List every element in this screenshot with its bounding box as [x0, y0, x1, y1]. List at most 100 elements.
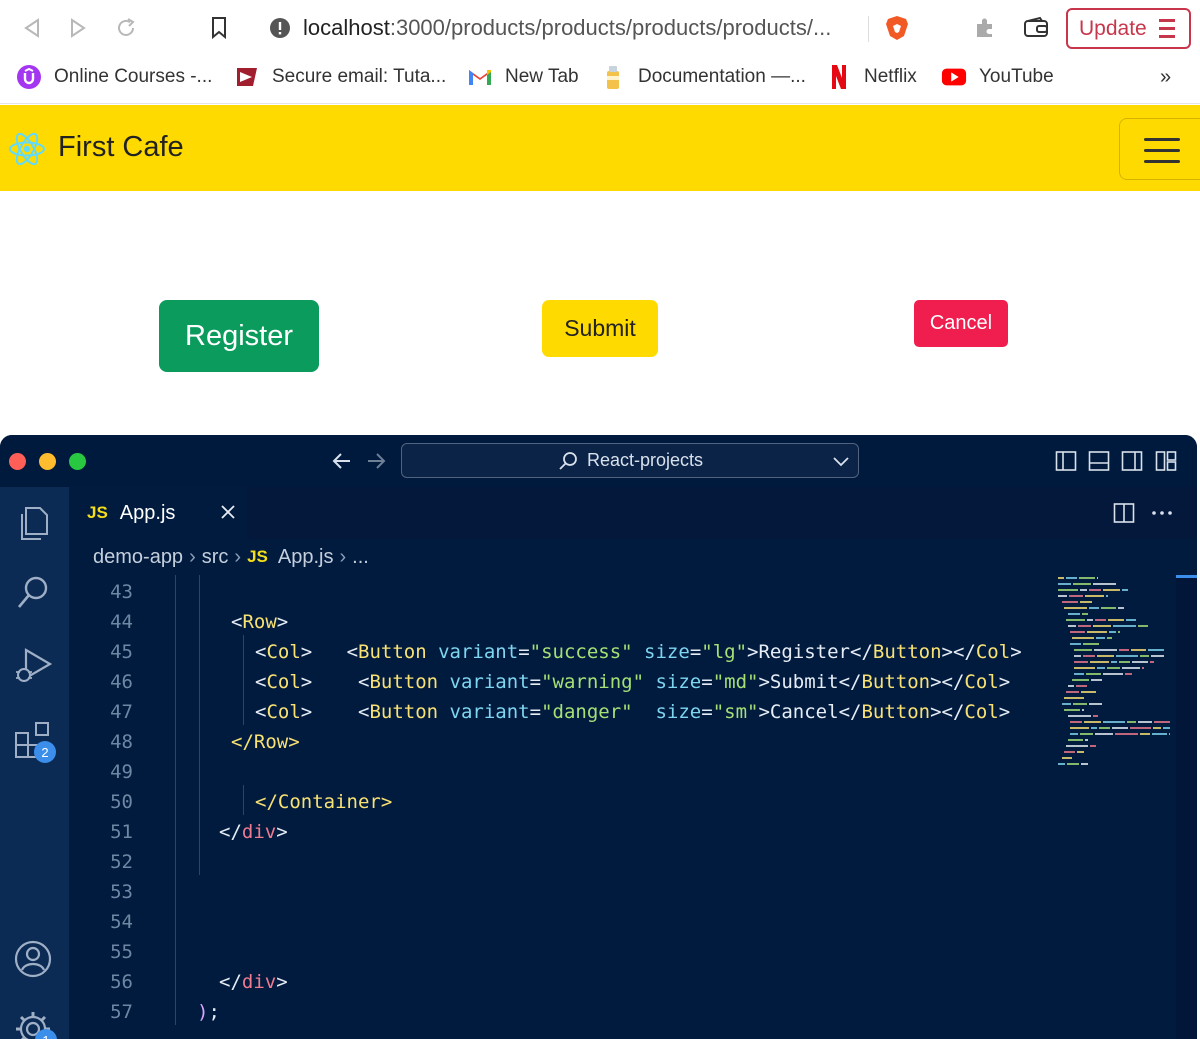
search-view-icon[interactable] — [14, 573, 52, 618]
site-info-icon[interactable] — [266, 14, 294, 42]
minimap-stroke — [1127, 721, 1136, 723]
bookmark-new-tab[interactable]: New Tab — [467, 58, 579, 96]
accounts-icon[interactable] — [13, 939, 53, 984]
minimap-stroke — [1087, 619, 1093, 621]
line-number: 50 — [110, 791, 133, 813]
indent-guide — [199, 575, 200, 875]
url-host: localhost — [303, 15, 390, 40]
bookmark-icon[interactable] — [205, 14, 233, 42]
explorer-icon[interactable] — [14, 502, 52, 547]
code-token: "danger" — [541, 701, 633, 723]
minimap-stroke — [1108, 619, 1124, 621]
minimap-stroke — [1074, 673, 1084, 675]
register-button[interactable]: Register — [159, 300, 319, 372]
bookmark-youtube[interactable]: YouTube — [941, 58, 1054, 96]
extensions-view-icon[interactable]: 2 — [12, 719, 56, 766]
breadcrumb-item[interactable]: App.js — [278, 546, 334, 569]
bookmark-label: Secure email: Tuta... — [272, 66, 447, 87]
minimap-stroke — [1062, 757, 1072, 759]
minimap-stroke — [1138, 721, 1152, 723]
minimap-stroke — [1080, 589, 1087, 591]
minimap-stroke — [1103, 673, 1123, 675]
tab-label: App.js — [119, 501, 176, 524]
breadcrumb-item[interactable]: src — [202, 546, 229, 569]
browser-chrome: localhost:3000/products/products/product… — [0, 0, 1200, 104]
split-editor-icon[interactable] — [1113, 502, 1135, 529]
nav-back-icon[interactable] — [330, 449, 354, 478]
submit-button[interactable]: Submit — [542, 300, 658, 357]
minimap-stroke — [1097, 655, 1114, 657]
minimize-window-button[interactable] — [39, 453, 56, 470]
tab-app-js[interactable]: JS App.js — [69, 487, 247, 539]
more-actions-icon[interactable] — [1151, 502, 1173, 529]
code-token: "success" — [529, 641, 633, 663]
line-number: 49 — [110, 761, 133, 783]
minimap-stroke — [1107, 667, 1120, 669]
minimap-stroke — [1094, 649, 1117, 651]
run-debug-icon[interactable] — [12, 645, 54, 692]
bookmark-tutanota[interactable]: Secure email: Tuta... — [234, 58, 446, 96]
close-window-button[interactable] — [9, 453, 26, 470]
code-line: </div> — [219, 821, 288, 843]
command-center[interactable]: React-projects — [401, 443, 859, 478]
breadcrumb-item[interactable]: demo-app — [93, 546, 183, 569]
bookmark-label: Netflix — [864, 66, 917, 87]
minimap-stroke — [1089, 703, 1102, 705]
code-token: variant — [438, 641, 519, 663]
toggle-secondary-sidebar-icon[interactable] — [1121, 450, 1143, 477]
cancel-button[interactable]: Cancel — [914, 300, 1008, 347]
back-icon[interactable] — [18, 14, 46, 42]
minimap-stroke — [1089, 607, 1099, 609]
customize-layout-icon[interactable] — [1155, 450, 1177, 477]
code-token: Col — [975, 641, 1011, 663]
minimap-stroke — [1087, 631, 1107, 633]
chevron-right-icon: › — [339, 545, 347, 568]
code-token: Button — [861, 701, 931, 723]
minimap-stroke — [1068, 625, 1076, 627]
close-icon[interactable] — [219, 503, 237, 521]
reload-icon[interactable] — [112, 14, 140, 42]
hamburger-bar — [1144, 160, 1180, 163]
vertical-scrollbar[interactable] — [1176, 575, 1197, 1039]
minimap-stroke — [1066, 577, 1077, 579]
brave-shield-icon[interactable] — [883, 14, 911, 42]
minimap-stroke — [1093, 715, 1098, 717]
youtube-icon — [941, 64, 967, 90]
brand-title[interactable]: First Cafe — [58, 131, 184, 164]
code-editor[interactable]: 43 44 45 46 47 48 49 50 51 52 53 54 55 5… — [69, 575, 1197, 1039]
code-token: Col — [964, 671, 999, 693]
minimap-stroke — [1074, 649, 1092, 651]
toggle-panel-icon[interactable] — [1088, 450, 1110, 477]
code-line: <Col> <Button variant="danger" size="sm"… — [255, 701, 1011, 723]
minimap-stroke — [1090, 745, 1096, 747]
maximize-window-button[interactable] — [69, 453, 86, 470]
nav-forward-icon[interactable] — [364, 449, 388, 478]
activity-bar: 2 1 — [0, 487, 69, 1039]
code-token: Col — [266, 671, 301, 693]
address-bar[interactable]: localhost:3000/products/products/product… — [303, 15, 863, 41]
more-bookmarks-button[interactable]: » — [1160, 58, 1171, 96]
minimap-stroke — [1068, 739, 1083, 741]
extensions-icon[interactable] — [971, 14, 999, 42]
minimap-stroke — [1077, 751, 1084, 753]
code-token: "sm" — [712, 701, 759, 723]
code-line: <Col> <Button variant="warning" size="md… — [255, 671, 1011, 693]
minimap-stroke — [1122, 667, 1140, 669]
manage-gear-icon[interactable]: 1 — [13, 1009, 57, 1039]
bookmark-netflix[interactable]: Netflix — [826, 58, 917, 96]
scroll-thumb[interactable] — [1176, 575, 1197, 578]
bookmark-label: Online Courses -... — [54, 66, 213, 87]
wallet-icon[interactable] — [1022, 14, 1050, 42]
update-button[interactable]: Update — [1066, 8, 1191, 49]
forward-icon[interactable] — [64, 14, 92, 42]
minimap-stroke — [1119, 661, 1130, 663]
breadcrumb-item[interactable]: ... — [352, 546, 369, 569]
toggle-primary-sidebar-icon[interactable] — [1055, 450, 1077, 477]
bookmark-online-courses[interactable]: Online Courses -... — [16, 58, 212, 96]
minimap-stroke — [1099, 727, 1110, 729]
url-path: :3000/products/products/products/product… — [389, 15, 832, 40]
navbar-toggler-button[interactable] — [1119, 118, 1200, 180]
minimap[interactable] — [1056, 575, 1176, 775]
bookmark-documentation[interactable]: Documentation —... — [600, 58, 806, 96]
chevron-down-icon[interactable] — [832, 452, 850, 470]
